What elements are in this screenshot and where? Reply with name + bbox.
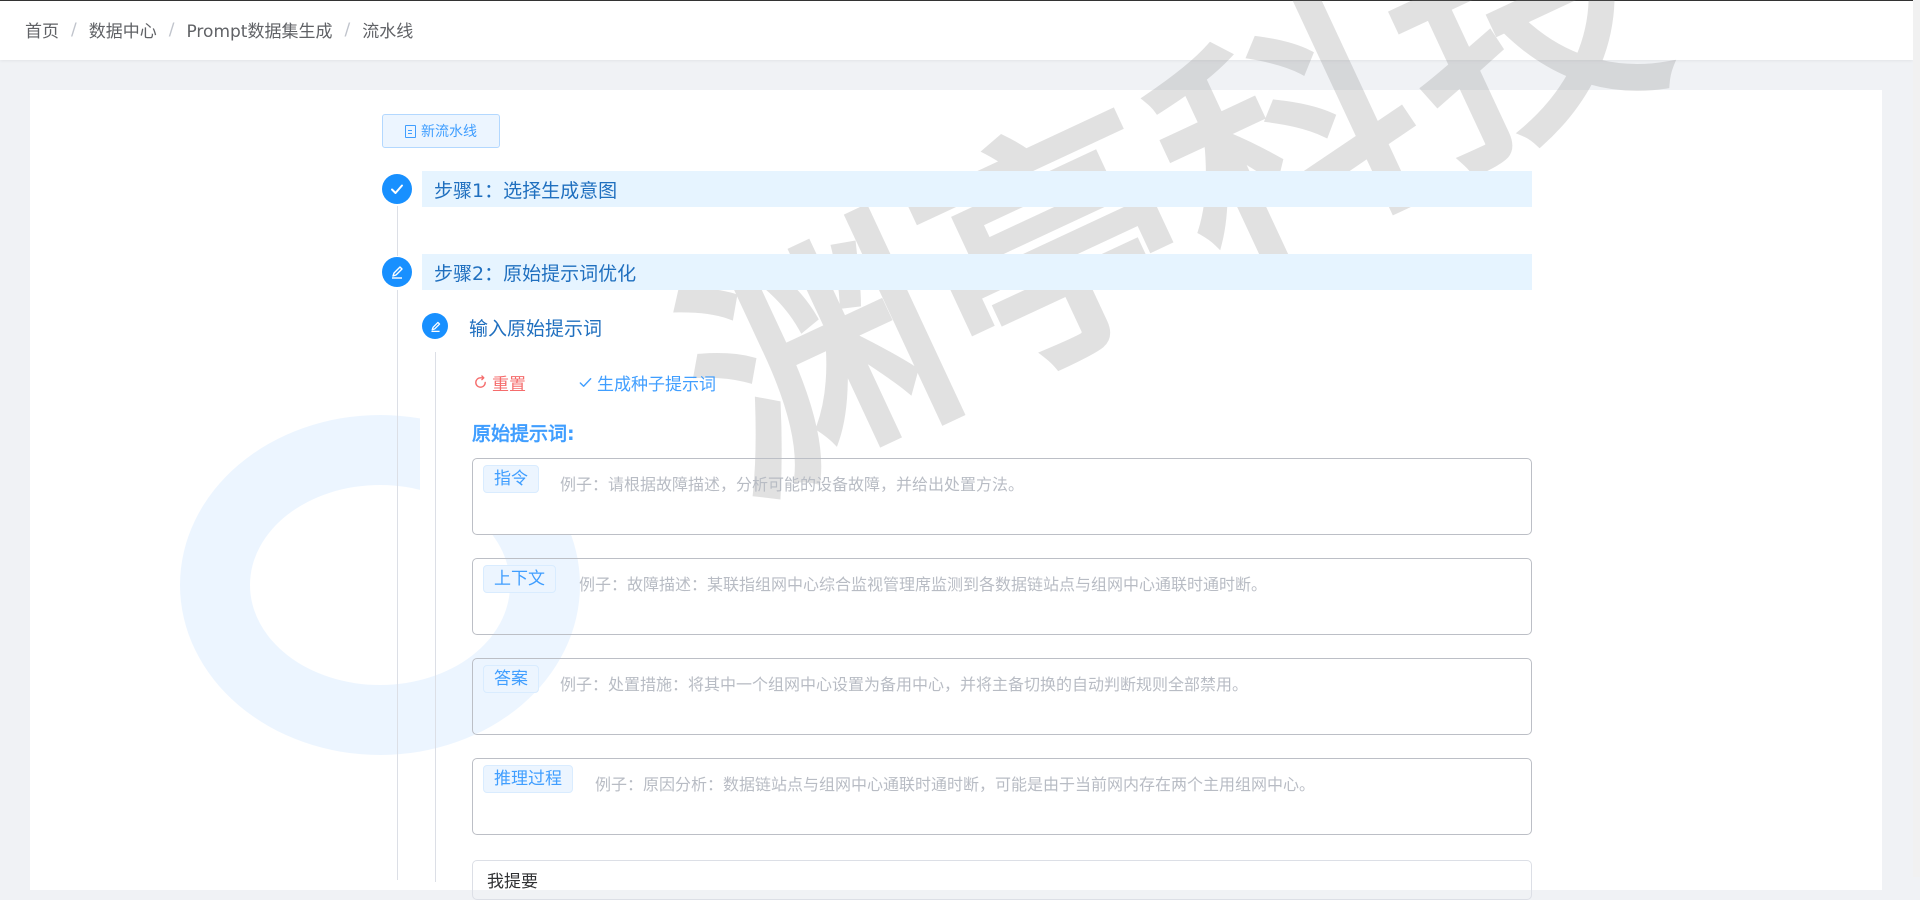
step1-label: 步骤1：选择生成意图 xyxy=(434,179,618,202)
field-placeholder: 例子：处置措施：将其中一个组网中心设置为备用中心，并将主备切换的自动判断规则全部… xyxy=(560,675,1249,694)
step-connector xyxy=(397,206,398,256)
new-pipeline-button[interactable]: 新流水线 xyxy=(382,114,500,148)
next-field[interactable]: 我提要 xyxy=(472,860,1532,900)
substep-title: 输入原始提示词 xyxy=(469,318,603,340)
step1-header[interactable]: 步骤1：选择生成意图 xyxy=(422,171,1532,207)
breadcrumb: 首页 / 数据中心 / Prompt数据集生成 / 流水线 xyxy=(25,17,414,43)
reset-button[interactable]: 重置 xyxy=(473,370,526,395)
reset-label: 重置 xyxy=(492,375,526,395)
refresh-icon xyxy=(475,375,486,388)
step2-header[interactable]: 步骤2：原始提示词优化 xyxy=(422,254,1532,290)
breadcrumb-separator: / xyxy=(344,19,351,40)
new-pipeline-label: 新流水线 xyxy=(421,124,477,140)
substep-edit-icon xyxy=(422,313,448,339)
page-scrollbar[interactable] xyxy=(1913,0,1920,877)
section-title: 原始提示词: xyxy=(472,423,575,445)
field-tag: 推理过程 xyxy=(483,765,573,793)
generate-label: 生成种子提示词 xyxy=(597,375,716,395)
field-tag: 指令 xyxy=(483,465,539,493)
field-tag: 答案 xyxy=(483,665,539,693)
field-placeholder: 例子：故障描述：某联指组网中心综合监视管理席监测到各数据链站点与组网中心通联时通… xyxy=(579,575,1268,594)
check-icon xyxy=(579,378,592,387)
breadcrumb-data-center[interactable]: 数据中心 xyxy=(89,17,157,42)
top-header: 首页 / 数据中心 / Prompt数据集生成 / 流水线 xyxy=(0,0,1913,60)
reasoning-field[interactable]: 推理过程 例子：原因分析：数据链站点与组网中心通联时通时断，可能是由于当前网内存… xyxy=(472,758,1532,835)
generate-seed-prompt-button[interactable]: 生成种子提示词 xyxy=(578,370,716,395)
next-field-label: 我提要 xyxy=(487,872,538,892)
field-placeholder: 例子：请根据故障描述，分析可能的设备故障，并给出处置方法。 xyxy=(560,475,1025,494)
step1-check-icon xyxy=(382,174,412,204)
substep-connector xyxy=(435,352,436,882)
context-field[interactable]: 上下文 例子：故障描述：某联指组网中心综合监视管理席监测到各数据链站点与组网中心… xyxy=(472,558,1532,635)
breadcrumb-separator: / xyxy=(71,19,77,40)
breadcrumb-pipeline: 流水线 xyxy=(362,22,414,42)
answer-field[interactable]: 答案 例子：处置措施：将其中一个组网中心设置为备用中心，并将主备切换的自动判断规… xyxy=(472,658,1532,735)
field-tag: 上下文 xyxy=(483,565,556,593)
breadcrumb-prompt-dataset[interactable]: Prompt数据集生成 xyxy=(186,17,332,42)
step2-label: 步骤2：原始提示词优化 xyxy=(434,262,637,285)
step2-edit-icon xyxy=(382,257,412,287)
instruction-field[interactable]: 指令 例子：请根据故障描述，分析可能的设备故障，并给出处置方法。 xyxy=(472,458,1532,535)
document-icon xyxy=(405,124,416,138)
breadcrumb-separator: / xyxy=(168,19,175,40)
step-connector xyxy=(397,290,398,880)
breadcrumb-home[interactable]: 首页 xyxy=(25,17,59,42)
field-placeholder: 例子：原因分析：数据链站点与组网中心通联时通时断，可能是由于当前网内存在两个主用… xyxy=(595,775,1316,794)
